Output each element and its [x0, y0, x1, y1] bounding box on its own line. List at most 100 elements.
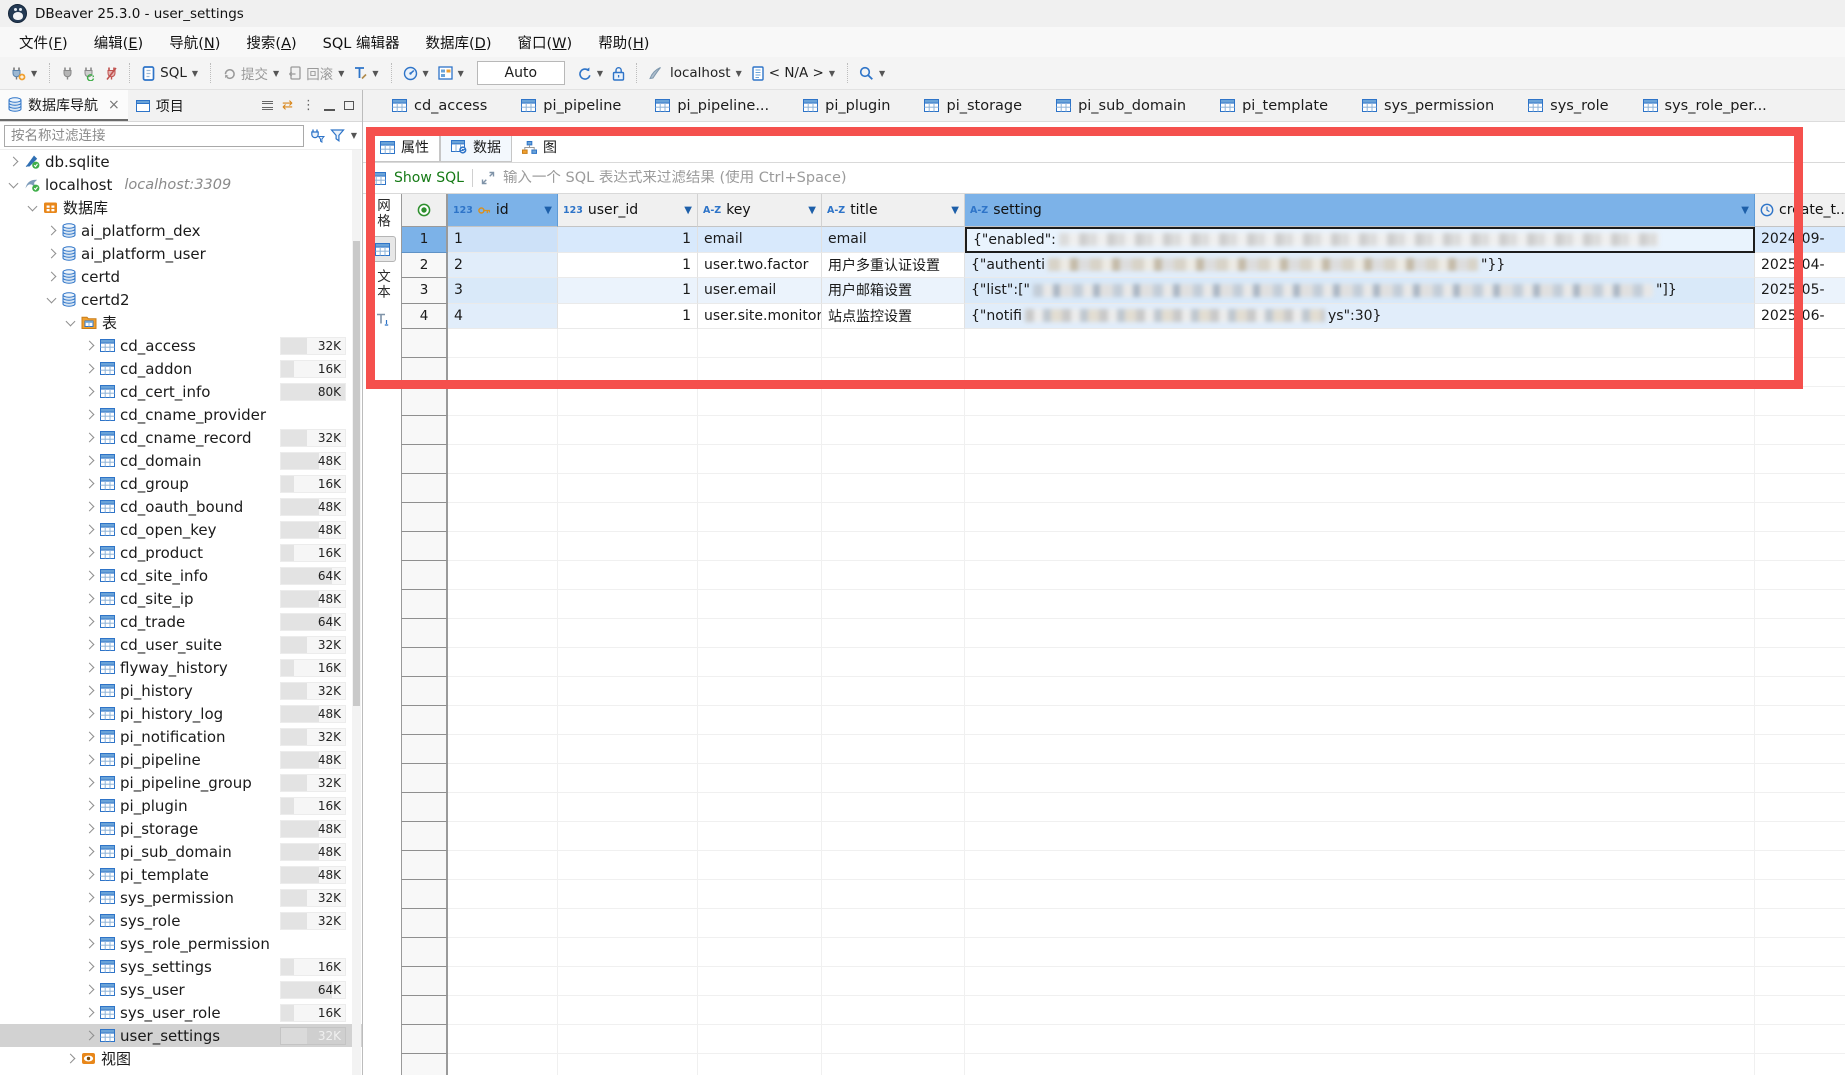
tree-item-cd_cname_provider[interactable]: cd_cname_provider: [0, 403, 362, 426]
tree-item-表[interactable]: 表: [0, 311, 362, 334]
tree-item-certd[interactable]: certd: [0, 265, 362, 288]
result-tab-data[interactable]: 数据: [440, 132, 512, 162]
close-icon[interactable]: ×: [104, 97, 120, 113]
menu-item-6[interactable]: 窗口(W): [505, 29, 586, 56]
grid-cell-user_id-row4[interactable]: 1: [558, 304, 698, 330]
editor-tab-pi_sub_domain[interactable]: pi_sub_domain: [1039, 90, 1203, 121]
chevron-right-icon[interactable]: [9, 157, 19, 167]
expand-filter-icon[interactable]: [481, 171, 495, 185]
disconnect-button[interactable]: [101, 63, 122, 84]
menu-item-4[interactable]: SQL 编辑器: [310, 29, 413, 56]
chevron-right-icon[interactable]: [85, 364, 95, 374]
chevron-right-icon[interactable]: [85, 456, 95, 466]
dropdown-caret-icon[interactable]: ▼: [596, 69, 604, 78]
commit-button[interactable]: 提交▼: [218, 60, 284, 86]
sql-editor-button[interactable]: SQL▼: [137, 62, 203, 84]
tree-item-sys_role_permission[interactable]: sys_role_permission: [0, 932, 362, 955]
column-sort-caret-icon[interactable]: ▼: [1741, 205, 1749, 216]
filter-funnel-icon[interactable]: [330, 129, 345, 142]
new-connection-button[interactable]: ▼: [6, 63, 42, 84]
sql-filter-input[interactable]: [503, 170, 1845, 186]
chevron-right-icon[interactable]: [47, 272, 57, 282]
chevron-right-icon[interactable]: [85, 479, 95, 489]
grid-cell-key-row3[interactable]: user.email: [698, 278, 822, 304]
connect-button[interactable]: [57, 63, 78, 84]
grid-cell-id-row2[interactable]: 2: [448, 253, 558, 279]
search-button[interactable]: ▼: [855, 63, 890, 84]
grid-cell-setting-row4[interactable]: {"notifiys":30}: [965, 304, 1755, 330]
row-number[interactable]: 4: [401, 304, 448, 330]
editor-tab-cd_access[interactable]: cd_access: [375, 90, 504, 121]
tree-item-sys_settings[interactable]: sys_settings16K: [0, 955, 362, 978]
refresh-button[interactable]: ▼: [573, 63, 608, 84]
chevron-right-icon[interactable]: [85, 709, 95, 719]
dropdown-caret-icon[interactable]: ▼: [350, 131, 358, 140]
chevron-right-icon[interactable]: [85, 594, 95, 604]
chevron-right-icon[interactable]: [85, 640, 95, 650]
reconnect-button[interactable]: [78, 63, 101, 84]
grid-cell-title-row3[interactable]: 用户邮箱设置: [822, 278, 965, 304]
column-header-create_t[interactable]: create_t...: [1755, 194, 1845, 227]
tree-item-cd_trade[interactable]: cd_trade64K: [0, 610, 362, 633]
editor-tab-sys_role[interactable]: sys_role: [1511, 90, 1625, 121]
editor-tab-pi_storage[interactable]: pi_storage: [907, 90, 1039, 121]
grid-cell-key-row1[interactable]: email: [698, 227, 822, 253]
tree-item-sys_user[interactable]: sys_user64K: [0, 978, 362, 1001]
collapse-all-icon[interactable]: [262, 101, 273, 110]
chevron-right-icon[interactable]: [85, 824, 95, 834]
tree-item-sys_permission[interactable]: sys_permission32K: [0, 886, 362, 909]
row-number[interactable]: 1: [401, 227, 448, 253]
rollback-button[interactable]: 回滚▼: [284, 60, 349, 86]
row-number[interactable]: 3: [401, 278, 448, 304]
dropdown-caret-icon[interactable]: ▼: [337, 69, 345, 78]
result-tab-properties[interactable]: 属性: [369, 132, 440, 162]
tree-item-数据库[interactable]: 数据库: [0, 196, 362, 219]
chevron-right-icon[interactable]: [85, 755, 95, 765]
chevron-right-icon[interactable]: [85, 341, 95, 351]
chevron-right-icon[interactable]: [47, 249, 57, 259]
grid-cell-setting-row3[interactable]: {"list":[""]}: [965, 278, 1755, 304]
result-tab-diagram[interactable]: 图: [512, 132, 567, 162]
grid-cell-title-row4[interactable]: 站点监控设置: [822, 304, 965, 330]
chevron-right-icon[interactable]: [85, 801, 95, 811]
tree-item-db.sqlite[interactable]: db.sqlite: [0, 150, 362, 173]
menu-item-1[interactable]: 编辑(E): [81, 29, 157, 56]
filter-connected-icon[interactable]: [309, 128, 325, 143]
dropdown-caret-icon[interactable]: ▼: [191, 69, 199, 78]
tree-item-cd_domain[interactable]: cd_domain48K: [0, 449, 362, 472]
tree-item-cd_cert_info[interactable]: cd_cert_info80K: [0, 380, 362, 403]
maximize-icon[interactable]: [344, 101, 354, 110]
menu-item-0[interactable]: 文件(F): [6, 29, 81, 56]
chevron-right-icon[interactable]: [85, 916, 95, 926]
minimize-icon[interactable]: [324, 109, 335, 111]
show-sql-link[interactable]: Show SQL: [394, 170, 464, 186]
chevron-right-icon[interactable]: [85, 847, 95, 857]
column-sort-caret-icon[interactable]: ▼: [684, 205, 692, 216]
tree-item-视图[interactable]: 视图: [0, 1047, 362, 1070]
connection-filter-input[interactable]: [4, 125, 304, 147]
tree-item-sys_user_role[interactable]: sys_user_role16K: [0, 1001, 362, 1024]
tab-projects[interactable]: 项目: [128, 90, 192, 121]
tree-item-cd_site_ip[interactable]: cd_site_ip48K: [0, 587, 362, 610]
chevron-right-icon[interactable]: [85, 433, 95, 443]
chevron-right-icon[interactable]: [85, 778, 95, 788]
dropdown-caret-icon[interactable]: ▼: [272, 69, 280, 78]
grid-cell-key-row4[interactable]: user.site.monitor: [698, 304, 822, 330]
grid-cell-key-row2[interactable]: user.two.factor: [698, 253, 822, 279]
column-sort-caret-icon[interactable]: ▼: [544, 205, 552, 216]
grid-cell-user_id-row1[interactable]: 1: [558, 227, 698, 253]
column-header-setting[interactable]: A-Zsetting▼: [965, 194, 1755, 227]
grid-cell-create_t-row2[interactable]: 2025-04-: [1755, 253, 1845, 279]
chevron-right-icon[interactable]: [85, 663, 95, 673]
grid-cell-create_t-row4[interactable]: 2025-06-: [1755, 304, 1845, 330]
tree-item-certd2[interactable]: certd2: [0, 288, 362, 311]
chevron-right-icon[interactable]: [85, 387, 95, 397]
column-header-key[interactable]: A-Zkey▼: [698, 194, 822, 227]
text-mode-button[interactable]: [369, 307, 396, 331]
tree-item-cd_user_suite[interactable]: cd_user_suite32K: [0, 633, 362, 656]
tree-item-pi_pipeline_group[interactable]: pi_pipeline_group32K: [0, 771, 362, 794]
tree-item-flyway_history[interactable]: flyway_history16K: [0, 656, 362, 679]
menu-item-7[interactable]: 帮助(H): [585, 29, 662, 56]
editor-tab-sys_permission[interactable]: sys_permission: [1345, 90, 1511, 121]
column-header-title[interactable]: A-Ztitle▼: [822, 194, 965, 227]
